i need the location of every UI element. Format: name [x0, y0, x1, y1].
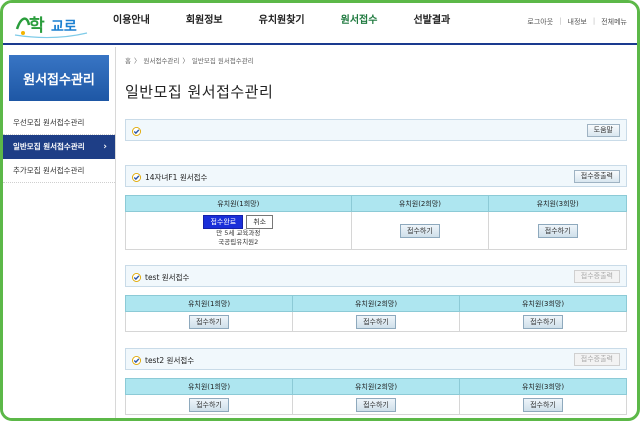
section-title: test 원서접수 [145, 272, 190, 282]
apply-button[interactable]: 접수하기 [189, 397, 229, 412]
section-header: test 원서접수 접수증출력 [125, 265, 627, 287]
apply-button[interactable]: 접수하기 [523, 397, 563, 412]
breadcrumb: 홈 〉 원서접수관리 〉 일반모집 원서접수관리 [125, 55, 631, 65]
choice-cell: 접수하기 [292, 394, 460, 415]
sidebar-item-label: 우선모집 원서접수관리 [13, 118, 85, 127]
logout-link[interactable]: 로그아웃 [527, 17, 553, 27]
breadcrumb-home[interactable]: 홈 [125, 55, 131, 65]
header: 학 교로 이용안내 회원정보 유치원찾기 원서접수 선발결과 로그아웃 | 내정… [3, 3, 637, 45]
nav-find-kindergarten[interactable]: 유치원찾기 [241, 3, 323, 43]
apply-button[interactable]: 접수하기 [189, 314, 229, 329]
breadcrumb-current: 일반모집 원서접수관리 [191, 57, 254, 65]
apply-button[interactable]: 접수하기 [356, 397, 396, 412]
nav-member[interactable]: 회원정보 [168, 3, 241, 43]
column-header: 유치원(2희망) [350, 195, 490, 212]
apply-button[interactable]: 접수하기 [356, 314, 396, 329]
page-title: 일반모집 원서접수관리 [125, 83, 274, 101]
main-content: 홈 〉 원서접수관리 〉 일반모집 원서접수관리 일반모집 원서접수관리 도움말… [125, 47, 631, 418]
breadcrumb-application[interactable]: 원서접수관리 [143, 55, 179, 65]
help-button[interactable]: 도움말 [586, 124, 620, 137]
column-header: 유치원(3희망) [459, 378, 627, 395]
column-header: 유치원(2희망) [292, 295, 460, 312]
section-head: test 원서접수 접수증출력 [126, 266, 626, 288]
my-info-link[interactable]: 내정보 [568, 17, 587, 27]
registration-table: 유치원(1희망) 유치원(2희망) 유치원(3희망) 접수하기 접수하기 접수하… [125, 378, 627, 415]
apply-button[interactable]: 접수하기 [523, 314, 563, 329]
section-header: 14자녀F1 원서접수 접수증출력 [125, 165, 627, 187]
check-icon [132, 355, 141, 365]
help-box-head: 도움말 [126, 120, 626, 142]
sidebar: 원서접수관리 우선모집 원서접수관리 일반모집 원서접수관리 › 추가모집 원서… [3, 47, 116, 418]
sidebar-item-label: 일반모집 원서접수관리 [13, 142, 85, 151]
registration-table: 유치원(1희망) 유치원(2희망) 유치원(3희망) 접수완료 취소 만 5세 교… [125, 195, 627, 250]
column-header: 유치원(1희망) [125, 195, 352, 212]
nav-guide[interactable]: 이용안내 [95, 3, 168, 43]
kindergarten-name: 국공립유치원2 [218, 238, 259, 246]
registered-button[interactable]: 접수완료 [203, 215, 244, 229]
logo-icon: 학 교로 [14, 16, 88, 39]
sidebar-title: 원서접수관리 [9, 55, 109, 101]
choice-cell: 접수하기 [125, 394, 293, 415]
sidebar-item-label: 추가모집 원서접수관리 [13, 166, 85, 175]
util-separator: | [592, 17, 596, 25]
site-logo[interactable]: 학 교로 [13, 7, 91, 39]
sidebar-item-general[interactable]: 일반모집 원서접수관리 › [3, 135, 115, 159]
sidebar-menu: 우선모집 원서접수관리 일반모집 원서접수관리 › 추가모집 원서접수관리 [3, 111, 115, 183]
check-icon [132, 126, 141, 136]
choice-cell: 접수하기 [125, 311, 293, 332]
column-header: 유치원(3희망) [459, 295, 627, 312]
cancel-button[interactable]: 취소 [246, 215, 274, 229]
global-nav: 이용안내 회원정보 유치원찾기 원서접수 선발결과 [95, 3, 468, 43]
print-receipt-button[interactable]: 접수증출력 [573, 170, 620, 183]
app-frame: 학 교로 이용안내 회원정보 유치원찾기 원서접수 선발결과 로그아웃 | 내정… [0, 0, 640, 421]
apply-button[interactable]: 접수하기 [537, 223, 578, 238]
column-header: 유치원(1희망) [125, 295, 293, 312]
svg-text:학: 학 [29, 16, 45, 36]
check-icon [132, 172, 141, 182]
print-receipt-button[interactable]: 접수증출력 [573, 353, 620, 366]
choice-cell: 접수하기 [459, 311, 627, 332]
section-title: 14자녀F1 원서접수 [145, 172, 208, 182]
breadcrumb-separator: 〉 [133, 57, 141, 65]
column-header: 유치원(2희망) [292, 378, 460, 395]
util-separator: | [559, 17, 562, 25]
breadcrumb-separator: 〉 [182, 57, 189, 65]
apply-button[interactable]: 접수하기 [400, 223, 440, 238]
section-title: test2 원서접수 [145, 355, 195, 365]
print-receipt-button[interactable]: 접수증출력 [573, 270, 620, 283]
check-icon [132, 272, 141, 282]
course-text: 만 5세 교육과정 [216, 229, 261, 237]
section-head: test2 원서접수 접수증출력 [126, 349, 626, 371]
section-head: 14자녀F1 원서접수 접수증출력 [126, 166, 626, 188]
registration-table: 유치원(1희망) 유치원(2희망) 유치원(3희망) 접수하기 접수하기 접수하… [125, 295, 627, 332]
choice-cell: 접수하기 [350, 211, 490, 250]
chevron-right-icon: › [103, 142, 107, 152]
nav-result[interactable]: 선발결과 [395, 3, 468, 43]
utility-links: 로그아웃 | 내정보 | 전체메뉴 [527, 17, 627, 27]
choice-cell: 접수하기 [488, 211, 627, 250]
svg-text:교로: 교로 [51, 19, 77, 35]
nav-application[interactable]: 원서접수 [323, 3, 396, 43]
section-header: test2 원서접수 접수증출력 [125, 348, 627, 370]
sidebar-item-additional[interactable]: 추가모집 원서접수관리 [3, 159, 115, 183]
sidebar-item-priority[interactable]: 우선모집 원서접수관리 [3, 111, 115, 135]
column-header: 유치원(1희망) [125, 378, 293, 395]
choice-cell: 접수완료 취소 만 5세 교육과정 국공립유치원2 [125, 211, 352, 250]
column-header: 유치원(3희망) [488, 195, 627, 212]
help-box: 도움말 [125, 119, 627, 141]
choice-cell: 접수하기 [292, 311, 460, 332]
all-menu-link[interactable]: 전체메뉴 [601, 17, 627, 27]
choice-cell: 접수하기 [459, 394, 627, 415]
